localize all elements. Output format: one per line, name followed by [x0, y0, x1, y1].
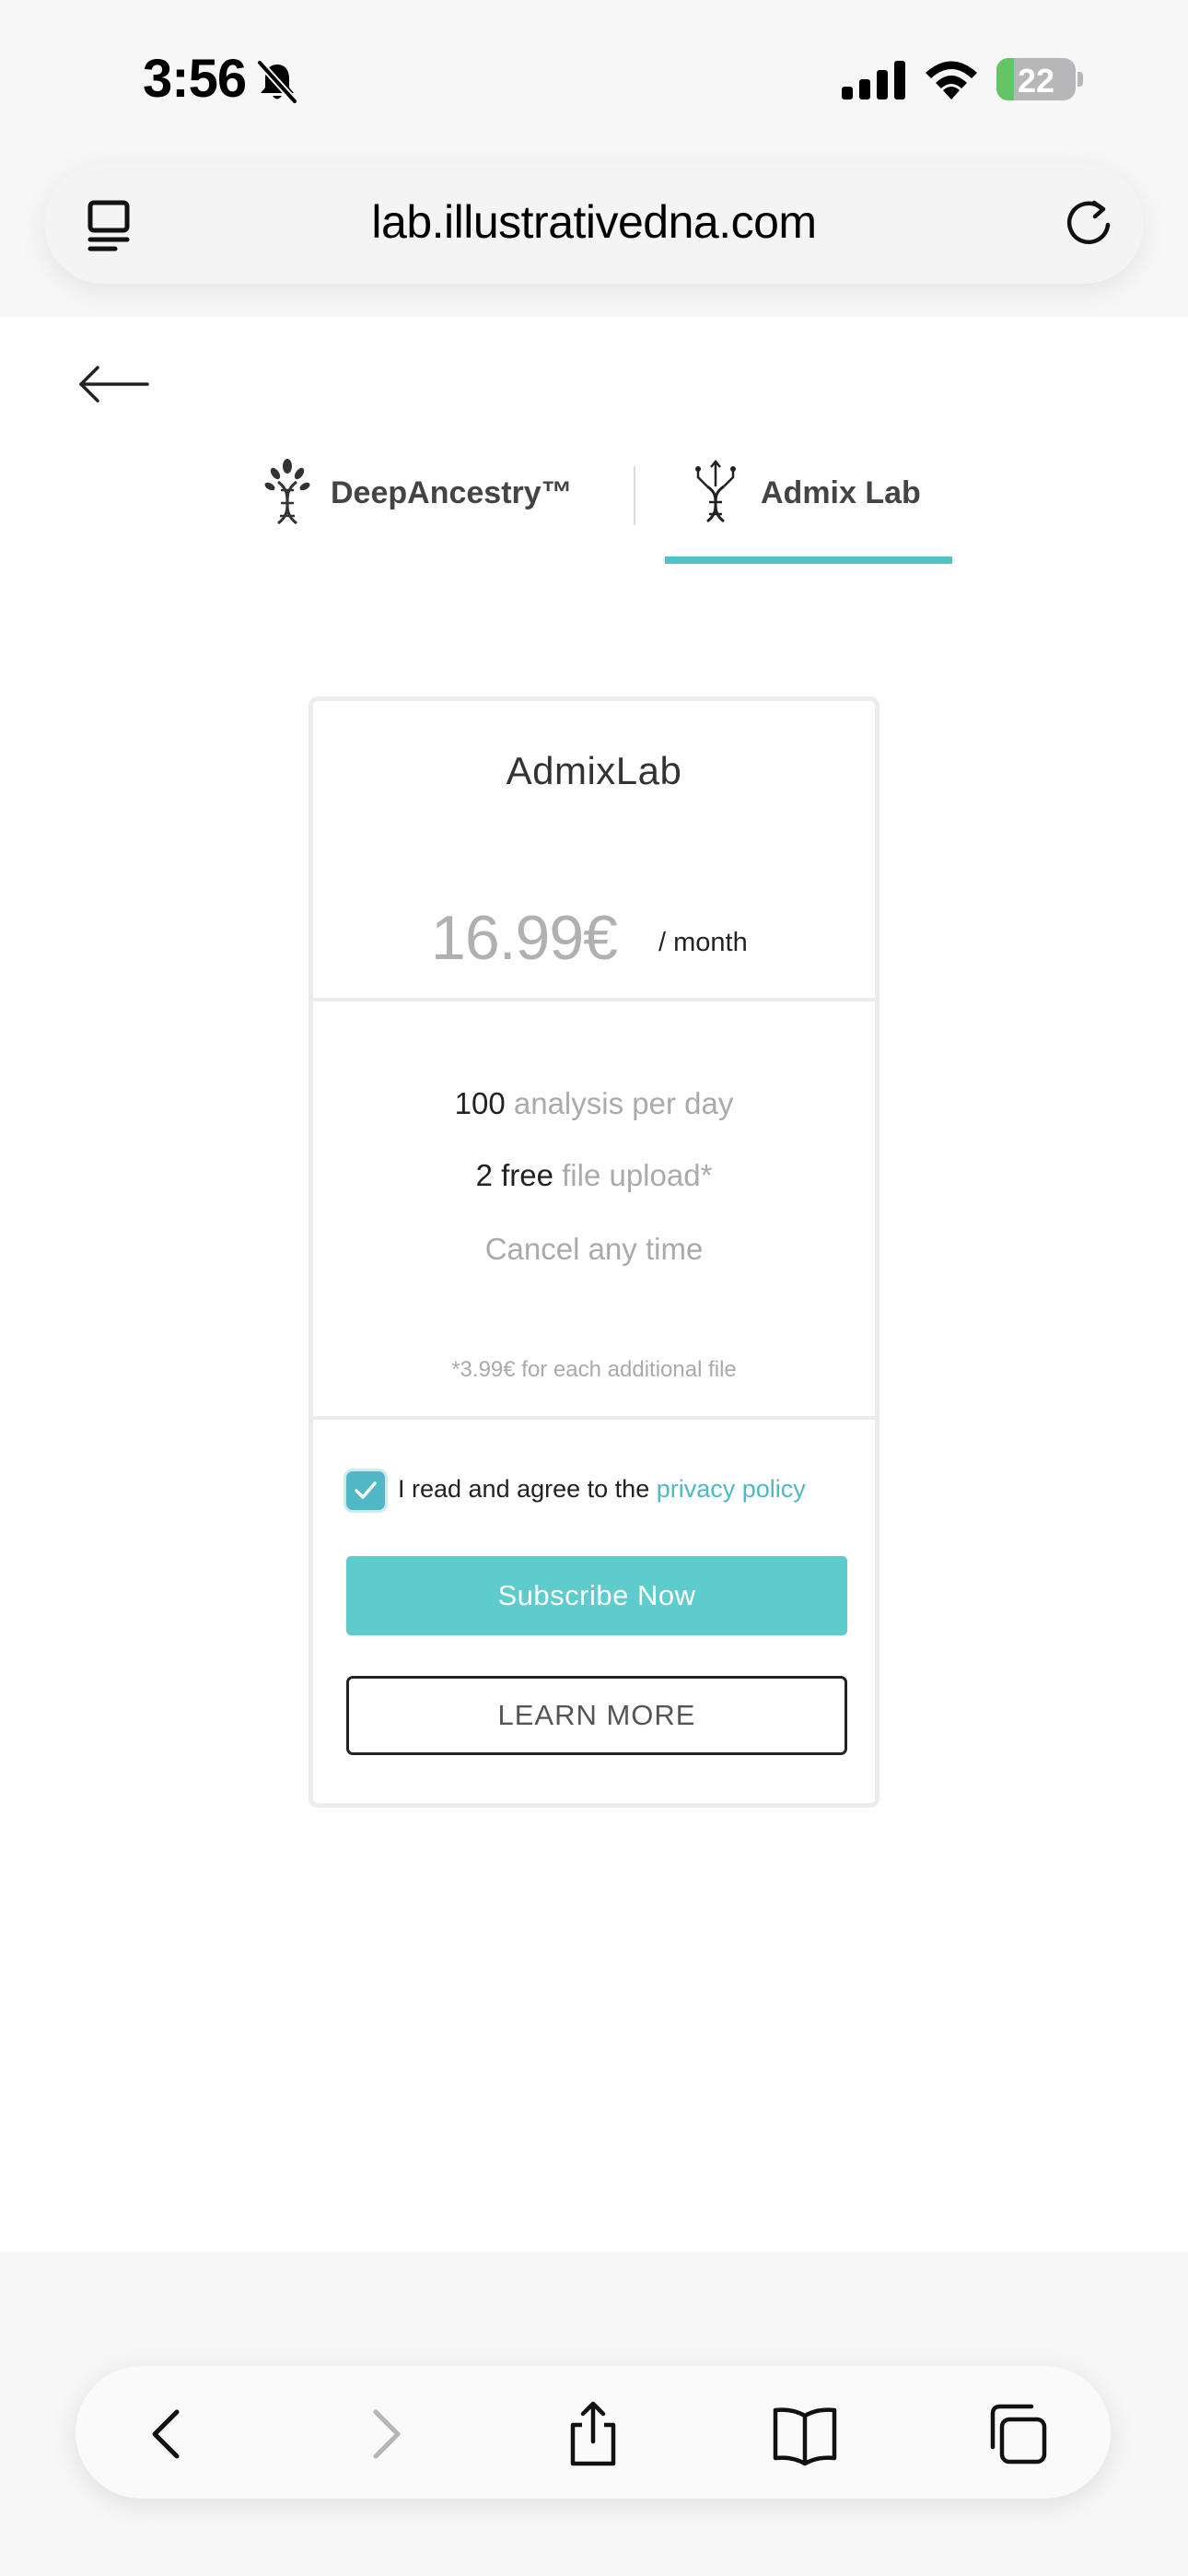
battery-indicator: 22: [996, 58, 1083, 100]
feature-upload: 2 free file upload*: [475, 1158, 713, 1192]
tab-label-admix-lab: Admix Lab: [761, 475, 921, 510]
url-text[interactable]: lab.illustrativedna.com: [182, 195, 1006, 249]
privacy-checkbox[interactable]: [346, 1471, 385, 1510]
back-arrow-icon[interactable]: [77, 361, 149, 407]
bell-muted-icon: [257, 60, 297, 104]
feature-cancel: Cancel any time: [484, 1232, 704, 1266]
cellular-signal-icon: [842, 61, 905, 100]
back-icon[interactable]: [134, 2399, 204, 2469]
subscribe-button[interactable]: Subscribe Now: [346, 1556, 847, 1635]
checkmark-icon: [355, 1481, 377, 1499]
tab-label-deepancestry: DeepAncestry™: [331, 475, 573, 510]
wifi-icon: [926, 61, 977, 100]
card-divider: [313, 998, 875, 1001]
active-tab-underline: [665, 556, 952, 564]
dna-branch-icon: [695, 460, 736, 523]
bookmarks-icon[interactable]: [770, 2399, 840, 2469]
agree-label: I read and agree to the privacy policy: [398, 1475, 806, 1503]
plan-price: 16.99€: [431, 903, 618, 973]
tab-admix-lab[interactable]: Admix Lab: [665, 453, 952, 564]
feature-analysis: 100 analysis per day: [454, 1086, 734, 1120]
address-bar[interactable]: lab.illustrativedna.com: [44, 164, 1144, 284]
tabs-overview-icon[interactable]: [982, 2399, 1052, 2469]
share-icon[interactable]: [558, 2399, 628, 2469]
plan-period: / month: [658, 928, 748, 957]
price-row: 16.99€ / month: [313, 902, 875, 976]
learn-more-button[interactable]: LEARN MORE: [346, 1676, 847, 1755]
tab-divider: [634, 466, 635, 525]
reload-icon[interactable]: [1061, 195, 1116, 251]
page-menu-icon[interactable]: [86, 199, 134, 252]
status-time: 3:56: [143, 49, 247, 109]
plan-name: AdmixLab: [506, 749, 682, 792]
battery-level: 22: [1017, 62, 1055, 100]
tab-deepancestry[interactable]: DeepAncestry™: [264, 453, 633, 564]
web-page: DeepAncestry™ Admix Lab AdmixLab 16.99€ …: [0, 317, 1188, 2252]
forward-icon[interactable]: [348, 2399, 418, 2469]
privacy-policy-link[interactable]: privacy policy: [657, 1475, 806, 1503]
footnote: *3.99€ for each additional file: [451, 1357, 737, 1382]
pricing-card: AdmixLab 16.99€ / month 100 analysis per…: [309, 697, 879, 1808]
card-divider: [313, 1416, 875, 1420]
status-bar: 3:56 22: [0, 0, 1188, 157]
product-tabs: DeepAncestry™ Admix Lab: [0, 453, 1188, 564]
dna-tree-icon: [264, 459, 310, 525]
privacy-agreement: I read and agree to the privacy policy: [346, 1469, 851, 1512]
browser-toolbar: [76, 2366, 1111, 2499]
